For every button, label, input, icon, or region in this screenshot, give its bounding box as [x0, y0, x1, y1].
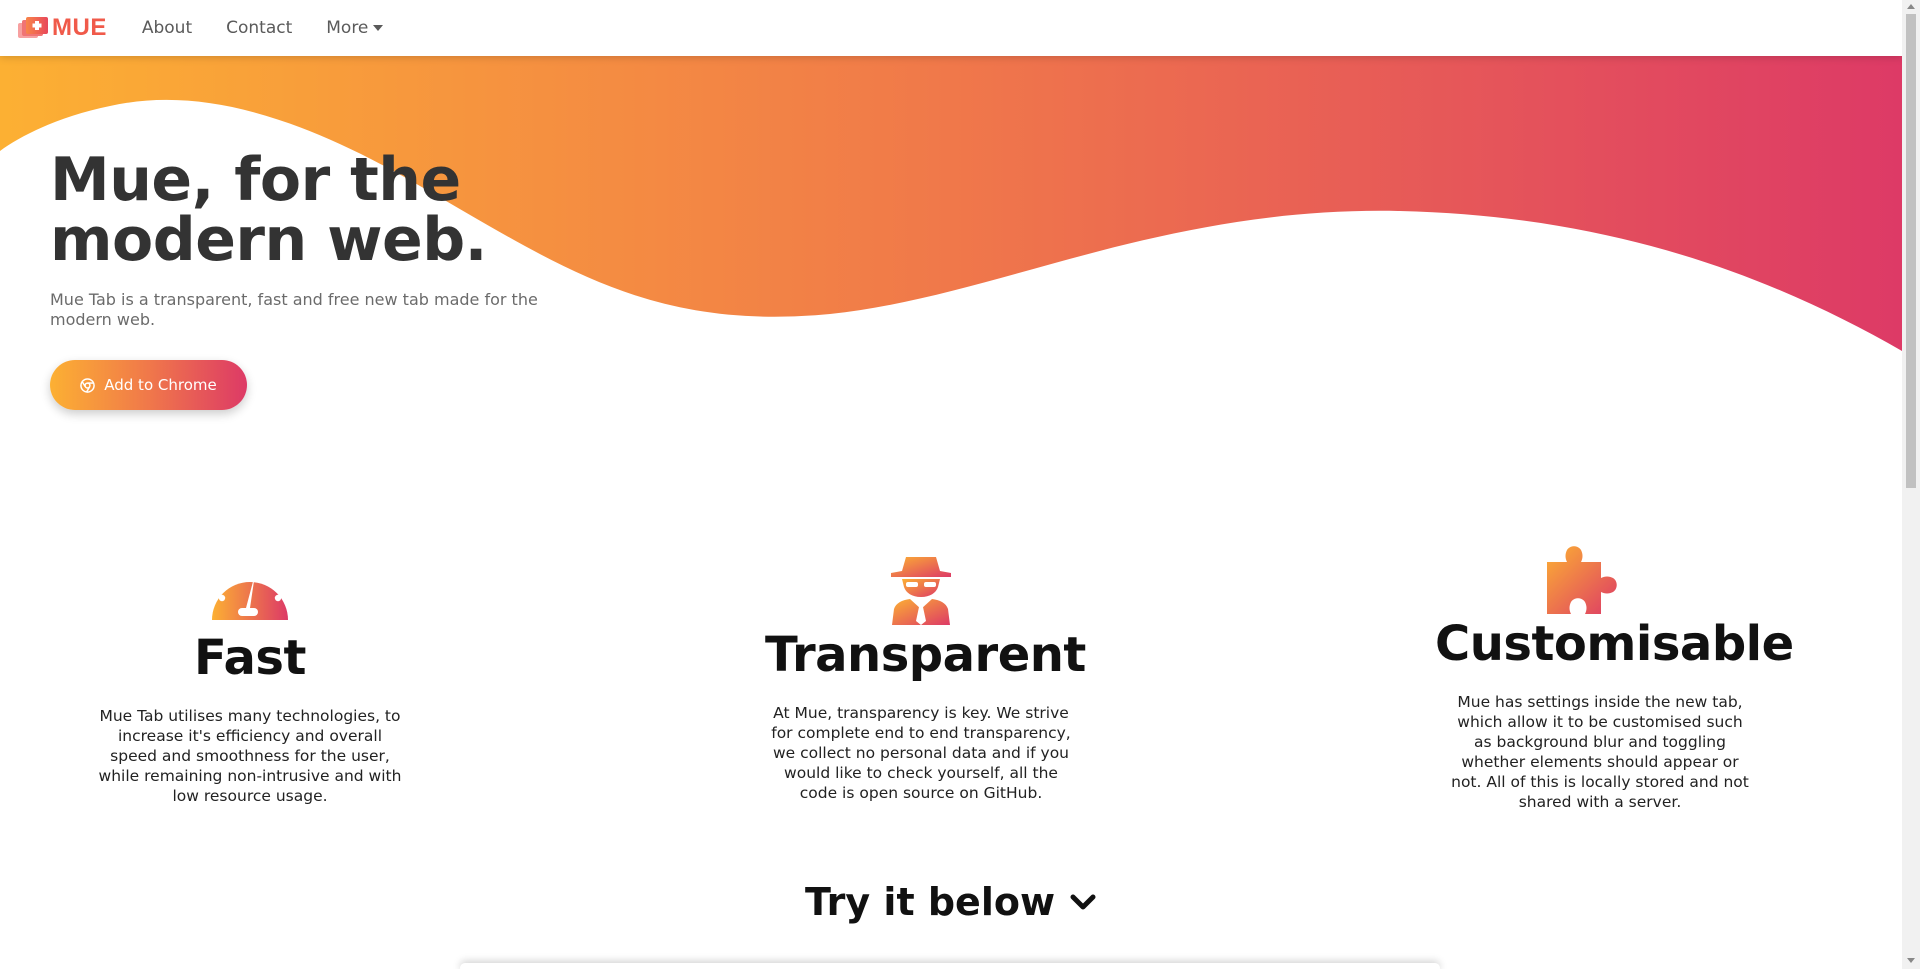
navbar: MUE About Contact More	[0, 0, 1902, 56]
scroll-up-arrow-icon[interactable]	[1907, 4, 1915, 9]
hero-title: Mue, for the modern web.	[50, 150, 610, 270]
try-it-below-label: Try it below	[804, 880, 1056, 924]
brand-name: MUE	[52, 14, 107, 41]
hero-section: Mue, for the modern web. Mue Tab is a tr…	[50, 150, 610, 410]
nav-more-dropdown[interactable]: More	[326, 18, 384, 38]
feature-transparent-description: At Mue, transparency is key. We strive f…	[771, 704, 1071, 802]
chrome-icon	[80, 377, 96, 393]
feature-customisable-title: Customisable	[1435, 616, 1794, 672]
nav-contact-label: Contact	[226, 18, 293, 38]
hero-title-line2: modern web.	[50, 205, 487, 275]
scroll-down-arrow-icon[interactable]	[1907, 958, 1915, 963]
feature-transparent-title: Transparent	[765, 627, 1086, 683]
add-to-chrome-button[interactable]: Add to Chrome	[50, 360, 247, 410]
hero-subtitle: Mue Tab is a transparent, fast and free …	[50, 290, 538, 329]
add-to-chrome-label: Add to Chrome	[104, 376, 217, 394]
try-it-below-heading: Try it below	[0, 880, 1902, 924]
feature-customisable-description: Mue has settings inside the new tab, whi…	[1451, 693, 1749, 811]
caret-down-icon	[373, 25, 384, 31]
feature-customisable: Customisable Mue has settings inside the…	[1435, 544, 1794, 812]
nav-about-label: About	[141, 18, 193, 38]
spy-icon	[891, 557, 951, 625]
nav-about-link[interactable]: About	[142, 18, 192, 38]
brand-link[interactable]: MUE	[18, 14, 107, 42]
feature-transparent: Transparent At Mue, transparency is key.…	[765, 555, 1086, 803]
demo-preview-edge	[460, 963, 1440, 969]
feature-fast: Fast Mue Tab utilises many technologies,…	[95, 558, 405, 806]
nav-more-label: More	[326, 18, 369, 38]
speedometer-icon	[212, 568, 288, 620]
page-scrollbar[interactable]	[1902, 0, 1920, 969]
puzzle-icon	[1547, 546, 1617, 614]
scrollbar-thumb[interactable]	[1906, 14, 1916, 488]
chevron-down-icon[interactable]	[1069, 892, 1097, 912]
nav-contact-link[interactable]: Contact	[226, 18, 292, 38]
nav-links: About Contact More	[142, 18, 418, 38]
feature-fast-description: Mue Tab utilises many technologies, to i…	[98, 707, 402, 805]
mue-logo-icon	[18, 17, 48, 39]
feature-fast-title: Fast	[194, 630, 306, 686]
